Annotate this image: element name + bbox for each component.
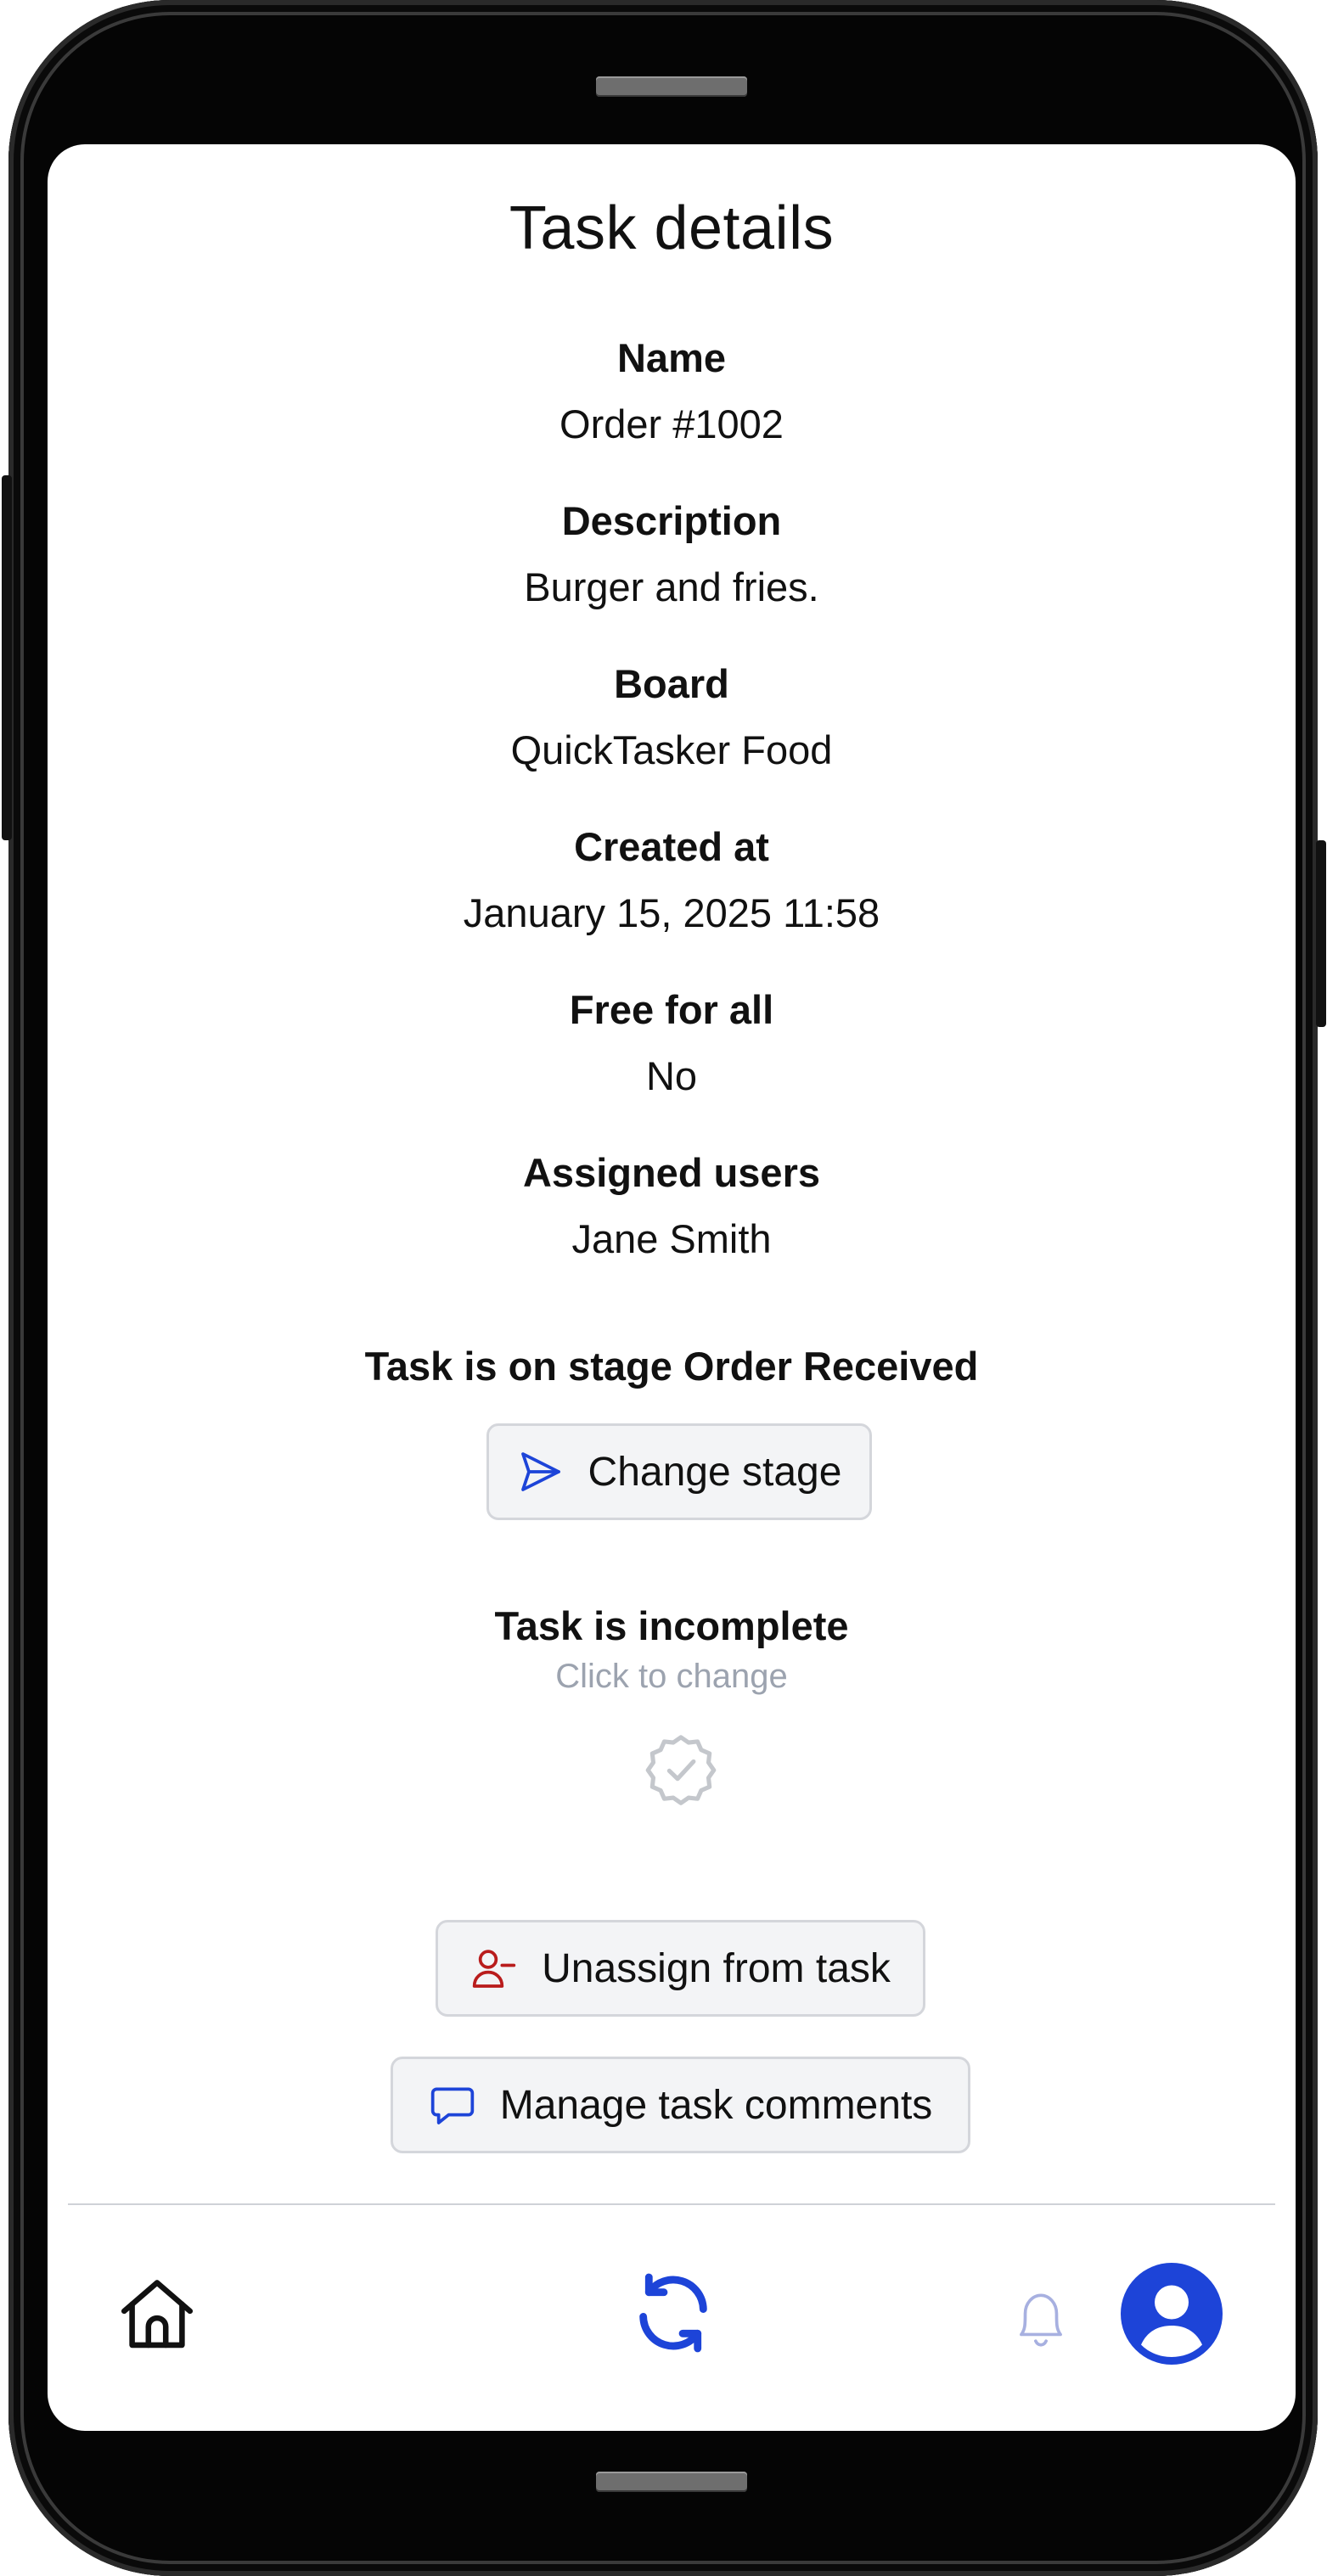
field-assigned-users-value: Jane Smith bbox=[571, 1216, 772, 1261]
field-created-at-value: January 15, 2025 11:58 bbox=[463, 890, 880, 935]
field-created-at-label: Created at bbox=[574, 824, 769, 869]
nav-notifications[interactable] bbox=[1009, 2285, 1072, 2353]
field-board-label: Board bbox=[614, 661, 729, 706]
user-avatar-icon bbox=[1121, 2263, 1223, 2368]
nav-profile[interactable] bbox=[1121, 2263, 1223, 2365]
bell-icon bbox=[1009, 2293, 1072, 2356]
field-assigned-users-label: Assigned users bbox=[522, 1150, 821, 1195]
manage-comments-label: Manage task comments bbox=[499, 2082, 933, 2128]
field-board-value: QuickTasker Food bbox=[510, 727, 833, 772]
completion-hint: Click to change bbox=[555, 1658, 788, 1695]
field-description-label: Description bbox=[561, 498, 782, 543]
field-created-at: Created at January 15, 2025 11:58 bbox=[48, 822, 1296, 939]
change-stage-label: Change stage bbox=[588, 1449, 842, 1495]
page-title: Task details bbox=[509, 194, 835, 262]
check-badge-icon[interactable] bbox=[641, 1729, 721, 1809]
field-board: Board QuickTasker Food bbox=[48, 659, 1296, 776]
nav-refresh[interactable] bbox=[628, 2268, 718, 2358]
field-name: Name Order #1002 bbox=[48, 333, 1296, 450]
field-name-value: Order #1002 bbox=[559, 401, 784, 446]
field-name-label: Name bbox=[616, 335, 726, 380]
stage-status-text: Task is on stage Order Received bbox=[364, 1344, 979, 1389]
bottom-speaker bbox=[596, 2472, 747, 2492]
phone-frame: Task details Name Order #1002 Descriptio… bbox=[8, 0, 1318, 2576]
refresh-icon bbox=[628, 2273, 718, 2361]
field-description-value: Burger and fries. bbox=[524, 564, 819, 609]
field-free-for-all-value: No bbox=[645, 1053, 698, 1098]
field-free-for-all: Free for all No bbox=[48, 985, 1296, 1102]
chat-bubble-icon bbox=[429, 2081, 476, 2129]
home-icon bbox=[115, 2280, 199, 2360]
volume-button bbox=[2, 475, 12, 840]
field-description: Description Burger and fries. bbox=[48, 496, 1296, 613]
unassign-button[interactable]: Unassign from task bbox=[436, 1920, 925, 2017]
change-stage-button[interactable]: Change stage bbox=[486, 1423, 872, 1520]
field-assigned-users: Assigned users Jane Smith bbox=[48, 1148, 1296, 1265]
app-screen: Task details Name Order #1002 Descriptio… bbox=[48, 144, 1296, 2431]
field-free-for-all-label: Free for all bbox=[569, 987, 774, 1032]
nav-divider bbox=[68, 2203, 1275, 2205]
power-button bbox=[1316, 840, 1326, 1027]
completion-status: Task is incomplete Click to change bbox=[48, 1601, 1296, 1699]
send-icon bbox=[517, 1448, 565, 1496]
manage-comments-button[interactable]: Manage task comments bbox=[391, 2057, 970, 2153]
unassign-label: Unassign from task bbox=[542, 1945, 891, 1991]
completion-status-text: Task is incomplete bbox=[494, 1603, 849, 1648]
nav-home[interactable] bbox=[115, 2273, 199, 2356]
top-speaker bbox=[596, 76, 747, 97]
user-minus-icon bbox=[470, 1945, 518, 1992]
